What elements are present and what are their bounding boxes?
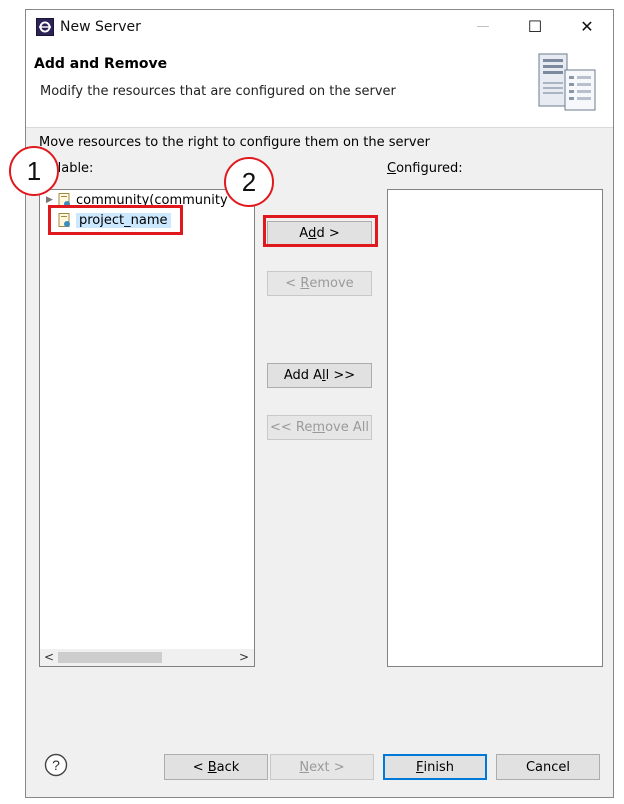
eclipse-app-icon (36, 18, 54, 36)
list-item-label: community(community (76, 192, 228, 208)
next-button[interactable]: Next > (270, 754, 374, 780)
configured-label: Configured: (387, 161, 463, 176)
step-1-callout: 1 (9, 146, 59, 196)
scroll-left-icon[interactable]: < (44, 650, 54, 664)
available-list[interactable]: ▶ community(community project_name < > (39, 189, 255, 667)
close-button[interactable]: ✕ (564, 10, 610, 42)
maximize-icon: ☐ (527, 16, 543, 36)
add-button[interactable]: Add > (267, 221, 372, 245)
svg-text:?: ? (52, 757, 60, 773)
help-icon[interactable]: ? (44, 753, 68, 777)
add-all-button[interactable]: Add All >> (267, 363, 372, 388)
step-2-callout: 2 (224, 157, 274, 207)
title-bar: New Server — ☐ ✕ (26, 10, 613, 44)
remove-all-button[interactable]: << Re m ove All (267, 415, 372, 440)
web-project-icon (58, 193, 70, 207)
remove-button[interactable]: < Remove (267, 271, 372, 296)
list-item-label: project_name (76, 212, 171, 228)
list-item[interactable]: project_name (56, 210, 171, 230)
wizard-header: Add and Remove Modify the resources that… (26, 44, 613, 128)
page-title: Add and Remove (34, 56, 168, 72)
minimize-button[interactable]: — (460, 10, 506, 42)
page-description: Modify the resources that are configured… (40, 84, 396, 99)
horizontal-scrollbar[interactable]: < > (40, 649, 254, 666)
configured-list[interactable] (387, 189, 603, 667)
window-title: New Server (60, 19, 141, 35)
minimize-icon: — (476, 18, 490, 34)
expand-arrow-icon[interactable]: ▶ (46, 195, 56, 205)
maximize-button[interactable]: ☐ (512, 10, 558, 42)
list-item[interactable]: ▶ community(community (46, 190, 228, 210)
instruction-text: Move resources to the right to configure… (39, 135, 430, 150)
server-wizard-icon (538, 53, 596, 111)
back-button[interactable]: < Back (164, 754, 268, 780)
scroll-right-icon[interactable]: > (239, 650, 249, 664)
finish-button[interactable]: Finish (383, 754, 487, 780)
web-project-icon (58, 213, 70, 227)
scrollbar-thumb[interactable] (58, 652, 162, 663)
close-icon: ✕ (580, 16, 594, 36)
new-server-dialog: New Server — ☐ ✕ Add and Remove Modify t… (25, 9, 614, 798)
cancel-button[interactable]: Cancel (496, 754, 600, 780)
